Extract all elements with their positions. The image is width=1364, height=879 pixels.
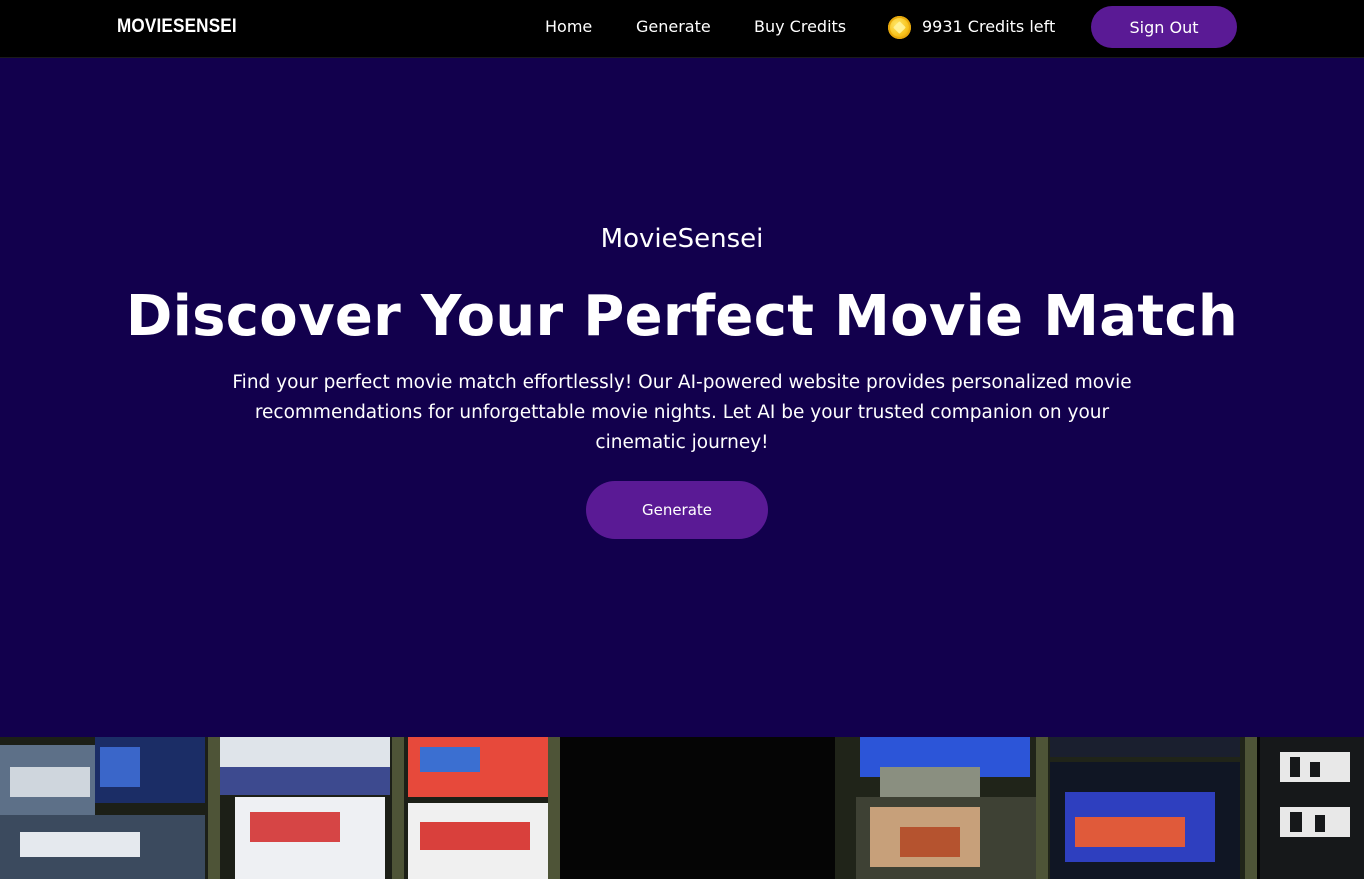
nav-buy-credits-link[interactable]: Buy Credits — [754, 17, 846, 36]
sign-out-button[interactable]: Sign Out — [1091, 6, 1237, 48]
tv-wall-banner-image — [0, 737, 1364, 879]
hero-description: Find your perfect movie match effortless… — [232, 372, 1132, 453]
generate-button[interactable]: Generate — [586, 481, 768, 539]
top-navbar: MOVIESENSEI Home Generate Buy Credits 99… — [0, 0, 1364, 58]
credits-counter: 9931 Credits left — [922, 17, 1056, 36]
hero-section: MovieSensei Discover Your Perfect Movie … — [0, 58, 1364, 737]
coin-icon — [888, 16, 911, 39]
nav-home-link[interactable]: Home — [545, 17, 592, 36]
brand-logo[interactable]: MOVIESENSEI — [117, 16, 237, 38]
hero-title: Discover Your Perfect Movie Match — [125, 284, 1239, 349]
hero-kicker: MovieSensei — [600, 224, 764, 254]
nav-generate-link[interactable]: Generate — [636, 17, 711, 36]
tv-wall-illustration — [0, 737, 1364, 879]
